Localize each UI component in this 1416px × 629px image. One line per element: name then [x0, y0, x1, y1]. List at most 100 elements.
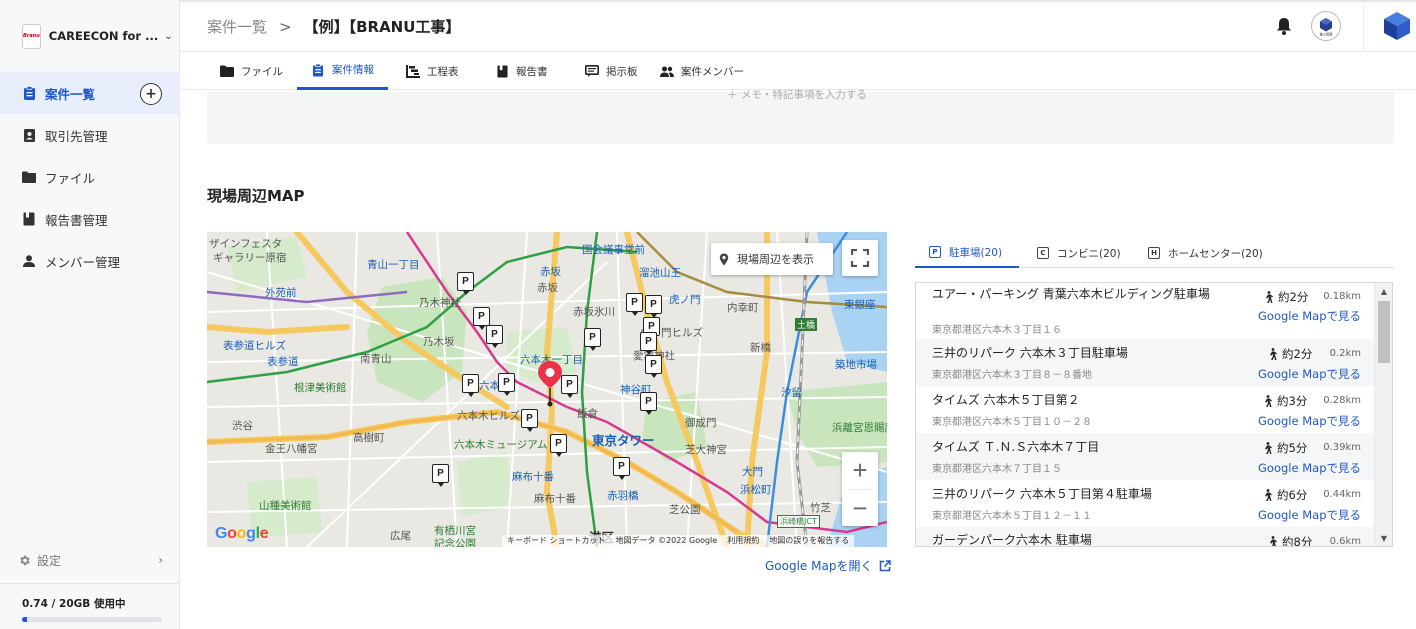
memo-area[interactable]: ＋ メモ・特記事項を入力する: [207, 89, 1394, 144]
list-item[interactable]: 三井のリパーク 六本木５丁目第４駐車場 東京都港区六本木５丁目１２－１１ 約6分…: [916, 480, 1375, 527]
parking-marker[interactable]: P: [640, 332, 657, 355]
report-error-link[interactable]: 地図の誤りを報告する: [764, 535, 854, 547]
sidebar-item-label: 案件一覧: [45, 86, 96, 102]
place-address: 東京都港区六本木７丁目１５: [932, 464, 1062, 475]
convenience-store-icon: C: [1037, 247, 1049, 259]
parking-marker[interactable]: P: [626, 293, 643, 316]
place-distance: 0.28km: [1323, 395, 1361, 406]
nearby-places-list[interactable]: ユアー・パーキング 青葉六本木ビルディング駐車場 東京都港区六本木３丁目１６ 約…: [915, 282, 1393, 547]
parking-marker[interactable]: P: [550, 434, 567, 457]
gantt-icon: [406, 64, 420, 78]
parking-marker[interactable]: P: [640, 392, 657, 415]
site-map[interactable]: ザインフェスタ ギャラリー原宿 青山一丁目 国会議事堂前 赤坂 溜池山王 赤坂 …: [207, 232, 887, 547]
tab-home-center[interactable]: H ホームセンター(20): [1134, 238, 1277, 268]
parking-marker[interactable]: P: [561, 375, 578, 398]
brand-switcher[interactable]: Branu CAREECON for ... ⌄: [22, 22, 173, 50]
site-location-pin-icon[interactable]: [537, 360, 563, 408]
walk-time: 約5分: [1263, 440, 1307, 456]
parking-marker[interactable]: P: [645, 355, 662, 378]
storage-progress-bar: [22, 617, 162, 622]
map-label: 溜池山王: [639, 267, 681, 279]
list-scrollbar[interactable]: ▲ ▼: [1374, 283, 1392, 546]
scroll-up-arrow-icon[interactable]: ▲: [1375, 283, 1392, 299]
location-pin-icon: [719, 253, 729, 266]
keyboard-shortcuts-link[interactable]: キーボード ショートカット: [502, 535, 611, 547]
bell-icon[interactable]: [1274, 16, 1294, 36]
settings-menu[interactable]: 設定 ›: [18, 550, 163, 570]
google-map-link[interactable]: Google Mapで見る: [1258, 460, 1361, 476]
show-surroundings-button[interactable]: 現場周辺を表示: [711, 243, 833, 275]
list-item[interactable]: タイムズ Ｔ.Ｎ.Ｓ六本木７丁目 東京都港区六本木７丁目１５ 約5分 0.39k…: [916, 433, 1375, 480]
parking-marker[interactable]: P: [584, 328, 601, 351]
google-map-link[interactable]: Google Mapで見る: [1258, 308, 1361, 324]
terms-link[interactable]: 利用規約: [722, 535, 764, 547]
map-label: 竹芝: [810, 502, 831, 514]
tab-label: ホームセンター(20): [1168, 247, 1263, 260]
open-google-map-label: Google Mapを開く: [765, 559, 873, 573]
sidebar-item-reports[interactable]: 報告書管理: [0, 198, 180, 240]
parking-marker[interactable]: P: [457, 272, 474, 295]
scroll-down-arrow-icon[interactable]: ▼: [1375, 530, 1392, 546]
map-label: 六本木ヒルズ: [457, 410, 520, 422]
map-label: 内幸町: [727, 302, 759, 314]
breadcrumb-separator: >: [279, 17, 292, 36]
parking-marker[interactable]: P: [645, 295, 662, 318]
book-icon: [495, 64, 509, 78]
tab-project-info[interactable]: 案件情報: [297, 52, 388, 90]
tab-project-members[interactable]: 案件メンバー: [660, 52, 744, 90]
map-label: 乃木神社: [419, 297, 461, 309]
zoom-out-button[interactable]: −: [842, 490, 878, 527]
google-map-link[interactable]: Google Mapで見る: [1258, 507, 1361, 523]
add-project-button[interactable]: +: [140, 83, 162, 105]
map-label: 東京タワー: [592, 433, 655, 448]
list-item[interactable]: ユアー・パーキング 青葉六本木ビルディング駐車場 東京都港区六本木３丁目１６ 約…: [916, 283, 1375, 339]
parking-marker[interactable]: P: [521, 409, 538, 432]
breadcrumb-parent-link[interactable]: 案件一覧: [207, 16, 267, 37]
map-label: 乃木坂: [423, 336, 455, 348]
zoom-in-button[interactable]: +: [842, 452, 878, 489]
google-map-link[interactable]: Google Mapで見る: [1258, 413, 1361, 429]
place-name: タイムズ Ｔ.Ｎ.Ｓ六本木７丁目: [932, 440, 1100, 454]
parking-marker[interactable]: P: [498, 373, 515, 396]
fullscreen-button[interactable]: [842, 240, 878, 276]
map-label: 浜崎橋JCT: [777, 515, 820, 528]
map-label: 大門: [742, 466, 763, 478]
sidebar-item-files[interactable]: ファイル: [0, 156, 180, 198]
map-label: 土橋: [795, 318, 818, 331]
sidebar-item-members[interactable]: メンバー管理: [0, 240, 180, 282]
place-name: ユアー・パーキング 青葉六本木ビルディング駐車場: [932, 287, 1210, 301]
app-cube-logo-icon[interactable]: [1382, 10, 1412, 42]
sidebar-item-projects[interactable]: 案件一覧 +: [0, 72, 180, 114]
open-google-map-link[interactable]: Google Mapを開く: [765, 557, 892, 574]
list-item[interactable]: 三井のリパーク 六本木３丁目駐車場 東京都港区六本木３丁目８－８番地 約2分 0…: [916, 339, 1375, 386]
parking-marker[interactable]: P: [486, 325, 503, 348]
google-logo[interactable]: Google: [215, 525, 269, 543]
tab-board[interactable]: 掲示板: [585, 52, 638, 90]
nearby-category-tabs: P 駐車場(20) C コンビニ(20) H ホームセンター(20): [915, 238, 1394, 268]
tab-reports[interactable]: 報告書: [495, 52, 548, 90]
parking-marker[interactable]: P: [432, 464, 449, 487]
list-item[interactable]: ガーデンパーク六本木 駐車場 約8分 0.6km: [916, 527, 1375, 546]
tab-convenience-store[interactable]: C コンビニ(20): [1023, 238, 1135, 268]
list-item[interactable]: タイムズ 六本木５丁目第２ 東京都港区六本木５丁目１０－２８ 約3分 0.28k…: [916, 386, 1375, 433]
gear-icon: [18, 554, 31, 567]
tab-label: 駐車場(20): [949, 246, 1003, 259]
parking-marker[interactable]: P: [462, 374, 479, 397]
google-map-link[interactable]: Google Mapで見る: [1258, 366, 1361, 382]
top-header: 案件一覧 > 【例】【BRANU工事】 施工管理: [180, 2, 1416, 52]
map-label: 表参道: [267, 356, 299, 368]
tab-parking[interactable]: P 駐車場(20): [915, 238, 1019, 268]
tab-files[interactable]: ファイル: [220, 52, 283, 90]
tab-label: 案件情報: [332, 64, 374, 76]
scrollbar-thumb[interactable]: [1378, 301, 1390, 363]
sidebar-item-label: ファイル: [45, 170, 96, 186]
map-data-text: 地図データ ©2022 Google: [615, 536, 718, 545]
place-address: 東京都港区六本木３丁目１６: [932, 325, 1062, 336]
map-label: 根津美術館: [294, 382, 347, 394]
book-icon: [22, 212, 36, 226]
parking-marker[interactable]: P: [473, 307, 490, 330]
tab-schedule[interactable]: 工程表: [406, 52, 459, 90]
sidebar-item-clients[interactable]: 取引先管理: [0, 114, 180, 156]
avatar[interactable]: 施工管理: [1311, 11, 1341, 41]
parking-marker[interactable]: P: [613, 457, 630, 480]
